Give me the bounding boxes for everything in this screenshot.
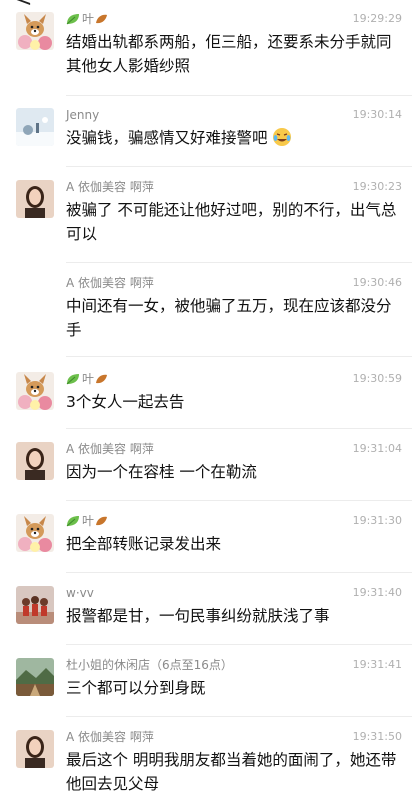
message-divider [66, 500, 412, 501]
message-text: 三个都可以分到身既 [66, 679, 206, 697]
message-time: 19:31:04 [352, 442, 402, 455]
dog-flowers-avatar[interactable] [16, 372, 54, 410]
message-text: 结婚出轨都系两船，佢三船，还要系未分手就同其他女人影婚纱照 [66, 33, 392, 75]
sender-name: 杜小姐的休闲店（6点至16点） [66, 658, 233, 672]
leaf-icon [66, 14, 79, 25]
message-time: 19:30:23 [352, 180, 402, 193]
woman-portrait-avatar[interactable] [16, 180, 54, 218]
landscape-avatar[interactable] [16, 658, 54, 696]
woman-portrait-avatar[interactable] [16, 442, 54, 480]
message-text: 没骗钱，骗感情又好难接警吧 [66, 126, 400, 150]
message-text: 被骗了 不可能还让他好过吧，别的不行，出气总可以 [66, 201, 397, 243]
message-divider [66, 166, 412, 167]
message-divider [66, 262, 412, 263]
autumn-leaf-icon [96, 516, 108, 526]
message-text: 中间还有一女，被他骗了五万，现在应该都没分手 [66, 297, 392, 339]
leaf-icon [66, 516, 79, 527]
message-time: 19:31:40 [352, 586, 402, 599]
autumn-leaf-icon [96, 14, 108, 24]
sender-name: Jenny [66, 108, 100, 122]
message-divider [66, 356, 412, 357]
message-text: 报警都是甘，一句民事纠纷就肤浅了事 [66, 607, 330, 625]
sender-name: 叶 [66, 372, 110, 386]
message-divider [66, 644, 412, 645]
message-text: 把全部转账记录发出来 [66, 535, 222, 553]
message-text: 因为一个在容桂 一个在勒流 [66, 463, 257, 481]
message-divider [66, 95, 412, 96]
message-time: 19:30:46 [352, 276, 402, 289]
message-time: 19:29:29 [352, 12, 402, 25]
message-time: 19:30:59 [352, 372, 402, 385]
sender-name: w·vv [66, 586, 94, 600]
sender-name: A 依伽美容 啊萍 [66, 276, 154, 290]
sender-name: A 依伽美容 啊萍 [66, 180, 154, 194]
more-options-icon[interactable]: ••• [354, 0, 396, 9]
autumn-leaf-icon [96, 374, 108, 384]
message-text: 最后这个 明明我朋友都当着她的面闹了，她还带他回去见父母 [66, 751, 397, 793]
message-divider [66, 572, 412, 573]
laughing-tears-emoji [273, 128, 292, 146]
back-icon[interactable]: < [14, 0, 32, 11]
sender-name: A 依伽美容 啊萍 [66, 730, 154, 744]
sender-name: A 依伽美容 啊萍 [66, 442, 154, 456]
message-text: 3个女人一起去告 [66, 393, 185, 411]
dog-flowers-avatar[interactable] [16, 12, 54, 50]
group-photo-avatar[interactable] [16, 586, 54, 624]
message-time: 19:31:41 [352, 658, 402, 671]
leaf-icon [66, 374, 79, 385]
dog-flowers-avatar[interactable] [16, 514, 54, 552]
message-time: 19:30:14 [352, 108, 402, 121]
woman-portrait-avatar[interactable] [16, 730, 54, 768]
message-divider [66, 428, 412, 429]
sender-name: 叶 [66, 12, 110, 26]
message-time: 19:31:50 [352, 730, 402, 743]
message-divider [66, 716, 412, 717]
message-time: 19:31:30 [352, 514, 402, 527]
sender-name: 叶 [66, 514, 110, 528]
snow-scene-avatar[interactable] [16, 108, 54, 146]
chat-top-bar: < ••• [0, 0, 412, 11]
